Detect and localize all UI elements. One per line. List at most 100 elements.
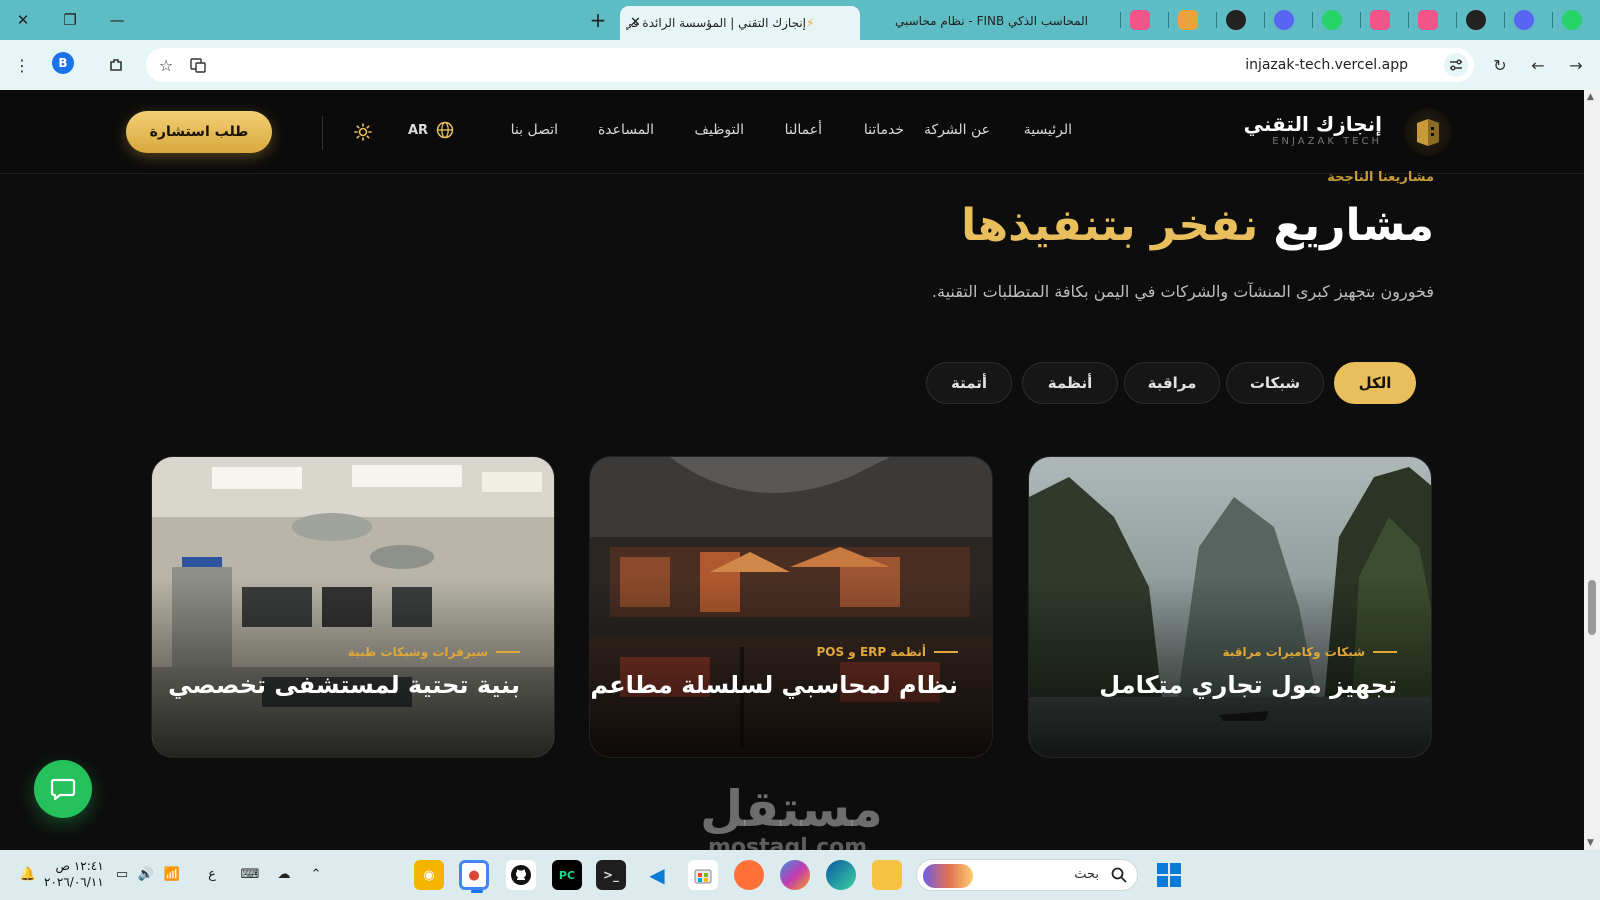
nav-about[interactable]: عن الشركة (924, 122, 990, 138)
project-title: بنية تحتية لمستشفى تخصصي (168, 671, 520, 699)
touch-keyboard-icon[interactable]: ⌨ (240, 864, 260, 884)
section-subtitle: فخورون بتجهيز كبرى المنشآت والشركات في ا… (931, 282, 1434, 301)
pink-app-icon[interactable] (1370, 10, 1390, 30)
store-icon[interactable] (688, 860, 718, 890)
tab-separator (1264, 12, 1265, 28)
menu-kebab-icon[interactable]: ⋮ (10, 53, 34, 77)
pink-app-icon[interactable] (1418, 10, 1438, 30)
minimize-window-icon[interactable]: — (105, 8, 129, 32)
forward-arrow-icon[interactable]: → (1564, 53, 1588, 77)
tab-title: المحاسب الذكي FINB - نظام محاسبي (895, 14, 1089, 28)
profile-avatar[interactable]: B (52, 52, 74, 74)
consultation-button[interactable]: طلب استشارة (126, 111, 272, 153)
watermark-domain: mostaql.com (708, 835, 868, 850)
nav-services[interactable]: خدماتنا (864, 122, 904, 138)
tray-expand-icon[interactable]: ⌃ (306, 864, 326, 884)
project-card[interactable]: سيرفرات وشبكات طبية بنية تحتية لمستشفى ت… (151, 456, 555, 758)
scroll-down-icon[interactable]: ▼ (1587, 838, 1594, 848)
logo-icon[interactable] (1404, 108, 1452, 156)
edge-icon[interactable] (826, 860, 856, 890)
scroll-up-icon[interactable]: ▲ (1587, 92, 1594, 102)
filter-surveillance[interactable]: مراقبة (1124, 362, 1220, 404)
site-header: إنجازك التقني ENJAZAK TECH الرئيسية عن ا… (0, 90, 1584, 174)
web-page: إنجازك التقني ENJAZAK TECH الرئيسية عن ا… (0, 90, 1584, 850)
discord-icon[interactable] (1514, 10, 1534, 30)
search-placeholder: بحث (1074, 867, 1099, 882)
firefox-icon[interactable] (734, 860, 764, 890)
header-divider (322, 116, 323, 150)
tab-separator (1168, 12, 1169, 28)
tab-separator (1216, 12, 1217, 28)
extensions-icon[interactable] (104, 53, 128, 77)
nav-home[interactable]: الرئيسية (1024, 122, 1072, 138)
reload-icon[interactable]: ↻ (1488, 53, 1512, 77)
chat-bubble-icon (50, 778, 76, 801)
chrome-icon[interactable]: ● (459, 860, 489, 893)
input-language[interactable]: ع (202, 864, 222, 884)
bookmark-star-icon[interactable]: ☆ (154, 53, 178, 77)
pycharm-icon[interactable]: PC (552, 860, 582, 890)
page-scrollbar[interactable]: ▲ ▼ (1584, 90, 1600, 850)
headline-gold: نفخر بتنفيذها (961, 200, 1259, 251)
filter-systems[interactable]: أنظمة (1022, 362, 1118, 404)
chrome-canary-icon[interactable]: ◉ (414, 860, 444, 890)
scrollbar-thumb[interactable] (1588, 580, 1596, 635)
tab-separator (1360, 12, 1361, 28)
close-window-icon[interactable]: ✕ (11, 8, 35, 32)
volume-icon[interactable]: 🔊 (136, 864, 156, 884)
github-icon[interactable] (506, 860, 536, 890)
project-card[interactable]: شبكات وكاميرات مراقبة تجهيز مول تجاري مت… (1028, 456, 1432, 758)
filter-automation[interactable]: أتمتة (926, 362, 1012, 404)
project-title: نظام لمحاسبي لسلسلة مطاعم (590, 671, 958, 699)
windows-start-icon[interactable] (1156, 862, 1182, 888)
headline-white: مشاريع (1273, 200, 1434, 251)
whatsapp-icon[interactable] (1562, 10, 1582, 30)
notification-icon[interactable]: 🔔 (18, 864, 38, 884)
tab-separator (1504, 12, 1505, 28)
logo-title[interactable]: إنجازك التقني (1244, 112, 1382, 136)
back-arrow-icon[interactable]: ← (1526, 53, 1550, 77)
file-explorer-icon[interactable] (872, 860, 902, 890)
new-tab-icon[interactable]: + (586, 8, 610, 32)
filter-all[interactable]: الكل (1334, 362, 1416, 404)
chat-button[interactable] (34, 760, 92, 818)
github-icon[interactable] (1226, 10, 1246, 30)
wifi-icon[interactable]: 📶 (162, 864, 182, 884)
copilot-icon[interactable] (780, 860, 810, 890)
tab-separator (1456, 12, 1457, 28)
tab-inactive[interactable]: المحاسب الذكي FINB - نظام محاسبي ✕ (895, 6, 1095, 36)
clock[interactable]: ١٢:٤١ ص ٢٠٢٦/٠٦/١١ (44, 858, 104, 890)
tab-active[interactable]: ⚡ إنجازك التقني | المؤسسة الرائدة في ✕ (620, 6, 860, 40)
github-icon[interactable] (1466, 10, 1486, 30)
clock-time: ١٢:٤١ ص (55, 859, 104, 873)
restore-window-icon[interactable]: ❐ (58, 8, 82, 32)
project-card[interactable]: أنظمة ERP و POS نظام لمحاسبي لسلسلة مطاع… (589, 456, 993, 758)
watermark-logo: مستقل (700, 780, 883, 838)
browser-toolbar: ⋮ B ☆ injazak-tech.vercel.app ↻ ← → (0, 40, 1600, 90)
onedrive-icon[interactable]: ☁ (274, 864, 294, 884)
pink-app-icon[interactable] (1130, 10, 1150, 30)
close-tab-icon[interactable]: ✕ (630, 15, 641, 30)
translate-icon[interactable] (186, 53, 210, 77)
vscode-icon[interactable]: ◀ (642, 860, 672, 890)
language-switcher[interactable]: AR (408, 121, 454, 139)
project-tag: شبكات وكاميرات مراقبة (1222, 645, 1397, 659)
lightning-icon: ⚡ (806, 16, 815, 30)
terminal-icon[interactable]: >_ (596, 860, 626, 890)
nav-help[interactable]: المساعدة (598, 122, 654, 138)
address-bar[interactable]: ☆ injazak-tech.vercel.app (146, 48, 1474, 82)
site-settings-icon[interactable] (1444, 53, 1468, 77)
nav-works[interactable]: أعمالنا (785, 122, 822, 138)
theme-toggle-sun-icon[interactable] (354, 123, 372, 141)
nav-careers[interactable]: التوظيف (695, 122, 744, 138)
url-text[interactable]: injazak-tech.vercel.app (1245, 57, 1408, 73)
whatsapp-icon[interactable] (1322, 10, 1342, 30)
taskbar-search[interactable]: بحث (916, 859, 1138, 891)
tab-separator (1312, 12, 1313, 28)
clock-date: ٢٠٢٦/٠٦/١١ (44, 875, 104, 889)
colorful-app-icon[interactable] (1178, 10, 1198, 30)
discord-icon[interactable] (1274, 10, 1294, 30)
nav-contact[interactable]: اتصل بنا (511, 122, 558, 138)
filter-networks[interactable]: شبكات (1226, 362, 1324, 404)
battery-icon[interactable]: ▭ (112, 864, 132, 884)
